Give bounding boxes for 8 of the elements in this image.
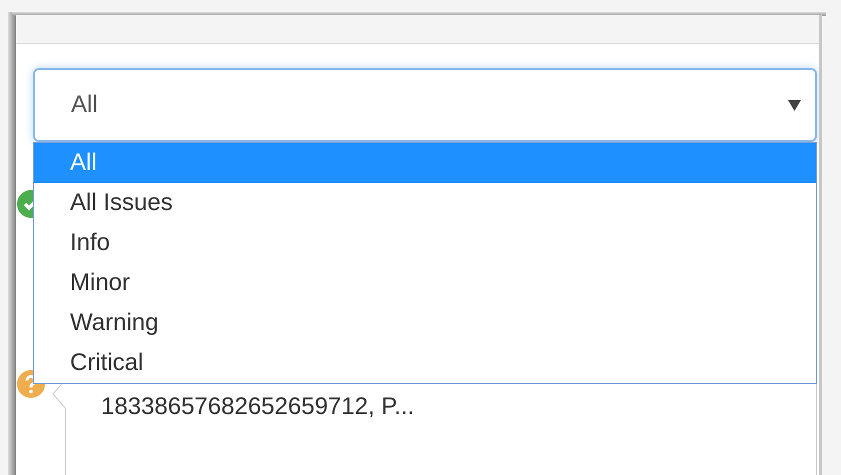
dropdown-option[interactable]: Info	[34, 223, 816, 263]
entry-text: 18338657682652659712, P...	[101, 392, 414, 422]
dropdown-option[interactable]: Critical	[34, 343, 816, 383]
dropdown-option[interactable]: Warning	[34, 303, 816, 343]
filter-select[interactable]: All	[33, 68, 817, 142]
dropdown-option[interactable]: All Issues	[34, 183, 816, 223]
dropdown-option[interactable]: Minor	[34, 263, 816, 303]
caret-icon	[788, 100, 801, 110]
